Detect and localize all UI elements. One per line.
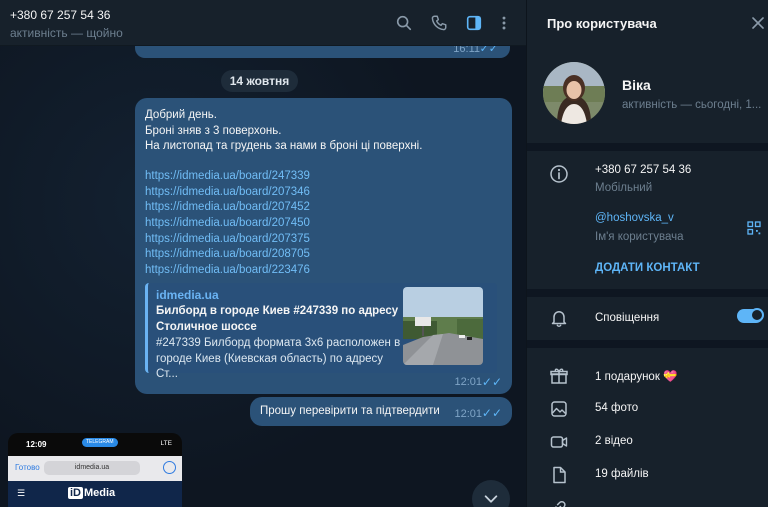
preview-title: Билборд в городе Киев #247339 по адресу … [156, 305, 399, 333]
message-link[interactable]: https://idmedia.ua/board/247339 [145, 170, 310, 182]
user-phone[interactable]: +380 67 257 54 36 [595, 164, 691, 176]
search-icon[interactable] [394, 13, 414, 33]
user-info-panel: Про користувача Віка активність — сьогод… [526, 0, 768, 507]
message-link[interactable]: https://idmedia.ua/board/207375 [145, 233, 310, 245]
user-status: активність — сьогодні, 1... [622, 99, 762, 111]
user-name: Віка [622, 77, 651, 93]
logo-text: Media [84, 487, 116, 499]
screenshot-image-message[interactable]: 12:09 TELEGRAM LTE Готово idmedia.ua ☰ i… [8, 433, 182, 507]
sidebar-toggle-icon[interactable] [464, 13, 484, 33]
avatar[interactable] [543, 62, 605, 124]
more-icon[interactable] [494, 13, 514, 33]
link-icon [554, 500, 566, 507]
message-line: На листопад та грудень за нами в броні ц… [145, 140, 423, 153]
message-line: Броні зняв з 3 поверхонь. [145, 124, 282, 137]
telegram-badge: TELEGRAM [82, 438, 118, 447]
section-divider [527, 289, 768, 297]
videos-item[interactable]: 2 відео [595, 435, 633, 447]
read-check-icon: ✓✓ [481, 406, 502, 420]
gifts-item[interactable]: 1 подарунок 💝 [595, 369, 677, 383]
browser-bar: Готово idmedia.ua [8, 456, 182, 481]
chat-status: активність — щойно [10, 26, 123, 40]
qr-code-icon[interactable] [747, 221, 761, 235]
message-time: 12:01 [454, 408, 482, 420]
message-line: Добрий день. [145, 109, 217, 121]
network-indicator: LTE [160, 440, 172, 447]
user-phone-label: Мобільний [595, 182, 653, 194]
link-preview[interactable]: idmedia.ua Билборд в городе Киев #247339… [145, 283, 497, 380]
preview-site-name: idmedia.ua [156, 288, 219, 302]
logo-mark: iD [68, 487, 83, 499]
user-username[interactable]: @hoshovska_v [595, 212, 674, 224]
notifications-toggle[interactable] [737, 308, 764, 323]
message-bubble[interactable]: Добрий день. Броні зняв з 3 поверхонь. Н… [135, 98, 512, 394]
read-check-icon: ✓✓ [481, 375, 502, 389]
reply-message-text: Прошу перевірити та підтвердити [260, 405, 440, 417]
message-link[interactable]: https://idmedia.ua/board/207346 [145, 186, 310, 198]
file-icon [553, 466, 566, 484]
section-divider [527, 340, 768, 348]
notifications-label: Сповіщення [595, 312, 660, 324]
chevron-down-icon [484, 495, 498, 503]
phone-icon[interactable] [429, 13, 449, 33]
message-link[interactable]: https://idmedia.ua/board/208705 [145, 248, 310, 260]
photo-icon [551, 401, 567, 417]
photos-item[interactable]: 54 фото [595, 402, 638, 414]
telegram-window: +380 67 257 54 36 активність — щойно 16:… [0, 0, 768, 507]
phone-clock: 12:09 [26, 440, 47, 449]
panel-title: Про користувача [547, 16, 657, 31]
files-item[interactable]: 19 файлів [595, 468, 649, 480]
heart-gift-icon: 💝 [663, 371, 678, 383]
close-icon[interactable] [751, 16, 765, 30]
chat-header[interactable]: +380 67 257 54 36 активність — щойно [0, 0, 526, 46]
message-link[interactable]: https://idmedia.ua/board/207450 [145, 217, 310, 229]
hamburger-menu-icon: ☰ [17, 488, 26, 498]
username-label: Ім'я користувача [595, 231, 684, 243]
date-separator: 14 жовтня [221, 70, 298, 92]
chat-title[interactable]: +380 67 257 54 36 [10, 8, 110, 22]
preview-description: #247339 Билборд формата 3x6 расположен в… [156, 337, 401, 381]
message-time: 12:01 [454, 376, 482, 388]
info-icon [550, 165, 568, 183]
site-logo: iD Media [68, 487, 115, 499]
gift-icon [550, 368, 568, 384]
message-text: Добрий день. Броні зняв з 3 поверхонь. Н… [145, 108, 422, 155]
video-icon [550, 436, 568, 448]
gifts-count: 1 подарунок [595, 371, 660, 383]
message-link[interactable]: https://idmedia.ua/board/223476 [145, 264, 310, 276]
preview-image[interactable] [403, 287, 483, 365]
site-header: ☰ iD Media [8, 481, 182, 507]
chat-area: +380 67 257 54 36 активність — щойно 16:… [0, 0, 526, 507]
browser-more-icon [163, 461, 176, 474]
browser-done: Готово [15, 463, 40, 472]
bell-icon [551, 310, 567, 328]
section-divider [527, 143, 768, 151]
reply-message-bubble[interactable]: Прошу перевірити та підтвердити 12:01 ✓✓ [250, 397, 512, 426]
billboard-road-photo [403, 287, 483, 365]
browser-url: idmedia.ua [44, 461, 140, 475]
message-link[interactable]: https://idmedia.ua/board/207452 [145, 201, 310, 213]
add-contact-button[interactable]: ДОДАТИ КОНТАКТ [595, 262, 700, 274]
